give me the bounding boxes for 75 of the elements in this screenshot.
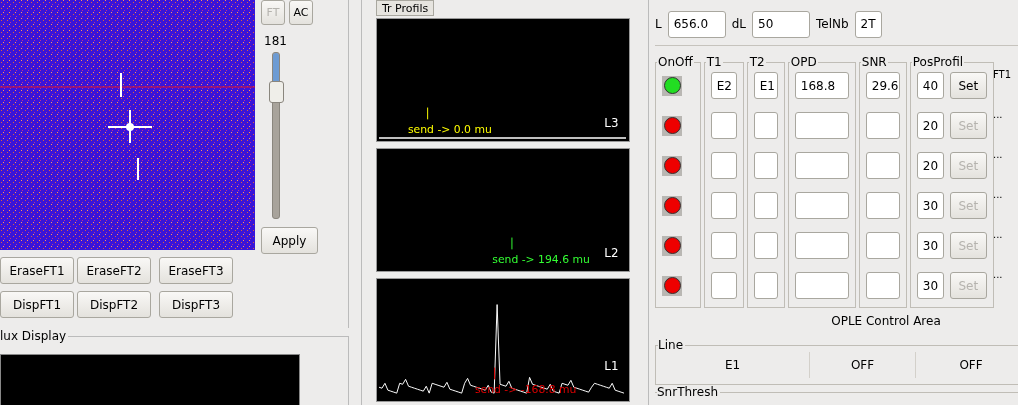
t1-field[interactable]	[710, 112, 737, 139]
field-label: dL	[731, 17, 746, 31]
line-cell: OFF	[810, 352, 916, 378]
row-note: ...	[993, 109, 1003, 120]
slider-thumb[interactable]	[269, 81, 284, 104]
pos-profil-field[interactable]: 20	[916, 112, 944, 139]
opd-field[interactable]	[794, 152, 849, 179]
area-caption: OPLE Control Area	[830, 314, 942, 328]
row-note: ...	[993, 149, 1003, 160]
column-title: PosProfil	[911, 56, 965, 68]
group-title: SnrThresh	[657, 385, 720, 399]
t2-field[interactable]	[753, 112, 778, 139]
display-button[interactable]: DispFT1	[0, 291, 74, 318]
erase-button[interactable]: EraseFT2	[77, 257, 151, 284]
t2-field[interactable]: E1	[753, 72, 778, 99]
t1-field[interactable]	[710, 152, 737, 179]
value-field[interactable]: 50	[752, 10, 810, 38]
profiles-tab[interactable]: Tr Profils	[376, 0, 435, 16]
field-label: TelNb	[816, 17, 849, 31]
line-cell: E1	[656, 352, 810, 378]
pos-profil-field[interactable]: 20	[916, 152, 944, 179]
pos-profil-field[interactable]: 30	[916, 192, 944, 219]
erase-button[interactable]: EraseFT1	[0, 257, 74, 284]
slider-reading: 181	[264, 34, 287, 48]
group-title: Line	[658, 338, 685, 352]
plot-label: L1	[604, 358, 619, 373]
value-field[interactable]: 2T	[854, 10, 882, 38]
column-title: T2	[748, 56, 766, 68]
toggle-button[interactable]: AC	[289, 0, 313, 25]
row-note: FT1	[993, 69, 1012, 80]
snr-field[interactable]	[865, 152, 900, 179]
line-cell: OFF	[916, 352, 1018, 378]
apply-button[interactable]: Apply	[261, 227, 318, 254]
marker-line	[511, 237, 513, 250]
column-title: T1	[705, 56, 723, 68]
plot-label: L3	[604, 116, 619, 131]
pos-profil-field[interactable]: 30	[916, 272, 944, 299]
group-title: lux Display	[0, 329, 69, 343]
opd-field[interactable]	[794, 272, 849, 299]
column-title: OPD	[789, 56, 818, 68]
display-button[interactable]: DispFT3	[159, 291, 233, 318]
set-button[interactable]: Set	[949, 72, 987, 99]
t1-field[interactable]	[710, 232, 737, 259]
snr-field[interactable]	[865, 112, 900, 139]
display-button[interactable]: DispFT2	[77, 291, 151, 318]
marker-line	[427, 107, 429, 120]
marker-line	[494, 367, 496, 380]
snr-field[interactable]	[865, 232, 900, 259]
pos-profil-field[interactable]: 30	[916, 232, 944, 259]
row-note: ...	[993, 229, 1003, 240]
t1-field[interactable]	[710, 192, 737, 219]
column-title: SNR	[860, 56, 888, 68]
erase-button[interactable]: EraseFT3	[159, 257, 233, 284]
snr-field[interactable]: 29.6	[865, 72, 900, 99]
row-note: ...	[993, 189, 1003, 200]
marker-label: send -> 0.0 mu	[407, 123, 492, 137]
t2-field[interactable]	[753, 192, 778, 219]
t1-field[interactable]: E2	[710, 72, 737, 99]
column-title: OnOff	[657, 56, 694, 68]
plot-label: L2	[604, 246, 619, 261]
opd-field[interactable]	[794, 232, 849, 259]
field-label: L	[655, 17, 662, 31]
opd-field[interactable]: 168.8	[794, 72, 849, 99]
opd-field[interactable]	[794, 112, 849, 139]
t1-field[interactable]	[710, 272, 737, 299]
marker-label: send -> 194.6 mu	[492, 253, 590, 267]
value-field[interactable]: 656.0	[667, 10, 726, 38]
t2-field[interactable]	[753, 232, 778, 259]
row-note: ...	[993, 269, 1003, 280]
t2-field[interactable]	[753, 272, 778, 299]
opd-field[interactable]	[794, 192, 849, 219]
t2-field[interactable]	[753, 152, 778, 179]
pos-profil-field[interactable]: 40	[916, 72, 944, 99]
snr-field[interactable]	[865, 272, 900, 299]
snr-field[interactable]	[865, 192, 900, 219]
